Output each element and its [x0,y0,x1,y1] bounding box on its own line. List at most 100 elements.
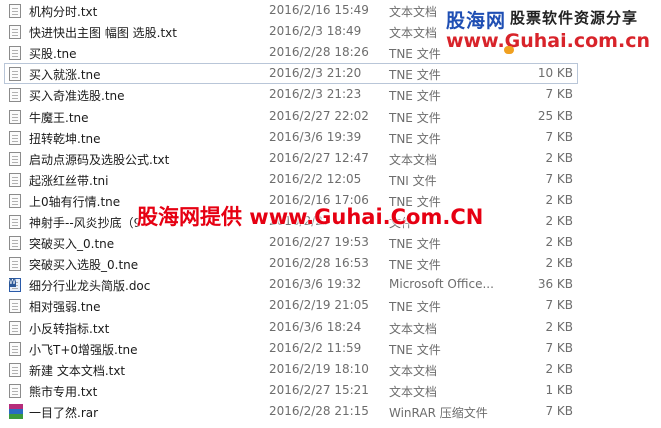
text-file-icon [9,88,21,103]
file-date: 2016/2/27 19:53 [269,235,369,250]
file-name: 熊市专用.txt [29,384,98,399]
file-name: 小飞T+0增强版.tne [29,342,138,357]
file-type: TNE 文件 [389,131,441,146]
file-date: 2016/2/19 18:10 [269,361,369,376]
file-type: 文本文档 [389,321,438,336]
file-date: 2016/2/3 21:23 [269,87,362,102]
file-date: 2016/2/2 12:05 [269,171,362,186]
text-file-icon [9,299,21,314]
file-size: 7 KB [545,171,573,186]
file-name: 快进快出主图 幅图 选股.txt [29,26,177,41]
file-name: 扭转乾坤.tne [29,131,101,146]
text-file-icon [9,236,21,251]
word-doc-icon [9,278,21,293]
text-file-icon [9,172,21,187]
file-name: 小反转指标.txt [29,321,110,336]
file-row[interactable]: 小飞T+0增强版.tne 2016/2/2 11:59 TNE 文件 7 KB [4,338,578,359]
file-size: 2 KB [545,150,573,165]
file-size: 7 KB [545,129,573,144]
file-size: 7 KB [545,340,573,355]
file-row[interactable]: 细分行业龙头简版.doc 2016/3/6 19:32 Microsoft Offi… [4,274,578,295]
file-type: TNI 文件 [389,173,437,188]
file-date: 2016/2/16 15:49 [269,3,369,17]
file-row[interactable]: 熊市专用.txt 2016/2/27 15:21 文本文档 1 KB [4,380,578,401]
file-size: 7 KB [545,87,573,102]
file-row[interactable]: 买入就涨.tne 2016/2/3 21:20 TNE 文件 10 KB [4,63,578,85]
file-row[interactable]: 买入奇准选股.tne 2016/2/3 21:23 TNE 文件 7 KB [4,84,578,105]
file-name: 上0轴有行情.tne [29,194,121,209]
file-row[interactable]: 新建 文本文档.txt 2016/2/19 18:10 文本文档 2 KB [4,359,578,380]
file-type: TNE 文件 [389,89,441,104]
file-type: 文本文档 [389,26,438,41]
file-type: TNE 文件 [389,237,441,252]
file-size: 2 KB [545,361,573,376]
text-file-icon [9,383,21,398]
text-file-icon [9,130,21,145]
text-file-icon [9,67,21,82]
file-type: 文本文档 [389,5,438,19]
text-file-icon [9,4,21,18]
text-file-icon [9,257,21,272]
file-date: 2016/2/3 21:20 [269,66,362,81]
file-size: 10 KB [537,66,573,81]
file-name: 机构分时.txt [29,5,98,19]
text-file-icon [9,25,21,40]
text-file-icon [9,109,21,124]
file-row[interactable]: 突破买入选股_0.tne 2016/2/28 16:53 TNE 文件 2 KB [4,253,578,274]
file-row[interactable]: 启动点源码及选股公式.txt 2016/2/27 12:47 文本文档 2 KB [4,148,578,169]
file-date: 2016/2/28 16:53 [269,256,369,271]
file-type: TNE 文件 [389,258,441,273]
file-date: 2016/2/27 22:02 [269,108,369,123]
watermark-logo-mark [504,46,514,54]
file-size: 25 KB [537,108,573,123]
file-name: 一目了然.rar [29,405,99,420]
file-type: TNE 文件 [389,47,441,62]
file-row[interactable]: 牛魔王.tne 2016/2/27 22:02 TNE 文件 25 KB [4,106,578,127]
file-size: 1 KB [545,382,573,397]
file-name: 突破买入选股_0.tne [29,258,139,273]
file-name: 买股.tne [29,47,77,62]
file-name: 新建 文本文档.txt [29,363,126,378]
text-file-icon [9,362,21,377]
file-type: TNE 文件 [389,342,441,357]
file-size: 2 KB [545,214,573,228]
text-file-icon [9,320,21,335]
file-size: 36 KB [537,277,573,292]
file-name: 买入就涨.tne [29,68,101,83]
file-date: 2016/3/6 18:24 [269,319,362,334]
file-name: 神射手--风炎抄底（9 [29,216,142,230]
file-type: TNE 文件 [389,300,441,315]
file-type: WinRAR 压缩文件 [389,405,488,420]
text-file-icon [9,193,21,208]
file-type: TNE 文件 [389,68,441,83]
file-row[interactable]: 一目了然.rar 2016/2/28 21:15 WinRAR 压缩文件 7 KB [4,401,578,422]
file-date: 2016/3/6 19:32 [269,277,362,292]
file-type: 文本文档 [389,363,438,378]
file-size: 7 KB [545,298,573,313]
file-name: 细分行业龙头简版.doc [29,279,151,294]
file-size: 7 KB [545,403,573,418]
file-name: 牛魔王.tne [29,110,89,125]
file-date: 2016/2/27 12:47 [269,150,369,165]
file-name: 突破买入_0.tne [29,237,115,252]
file-size: 2 KB [545,256,573,271]
file-size: 2 KB [545,192,573,207]
text-file-icon [9,341,21,356]
file-name: 相对强弱.tne [29,300,101,315]
watermark-brand: 股海网 [446,10,507,32]
file-row[interactable]: 相对强弱.tne 2016/2/19 21:05 TNE 文件 7 KB [4,295,578,316]
watermark-center: 股海网提供 www.Guhai.Com.CN [137,205,484,229]
file-size: 2 KB [545,235,573,250]
file-row[interactable]: 起涨红丝带.tni 2016/2/2 12:05 TNI 文件 7 KB [4,169,578,190]
file-name: 起涨红丝带.tni [29,173,109,188]
watermark-site: www.Guhai.com.cn [446,30,650,52]
file-row[interactable]: 扭转乾坤.tne 2016/3/6 19:39 TNE 文件 7 KB [4,127,578,148]
file-row[interactable]: 突破买入_0.tne 2016/2/27 19:53 TNE 文件 2 KB [4,232,578,253]
file-date: 2016/2/2 11:59 [269,340,362,355]
file-row[interactable]: 小反转指标.txt 2016/3/6 18:24 文本文档 2 KB [4,317,578,338]
file-date: 2016/2/28 18:26 [269,45,369,60]
watermark-slogan: 股票软件资源分享 [510,9,639,27]
file-type: 文本文档 [389,152,438,167]
file-date: 2016/2/3 18:49 [269,24,362,39]
text-file-icon [9,46,21,61]
